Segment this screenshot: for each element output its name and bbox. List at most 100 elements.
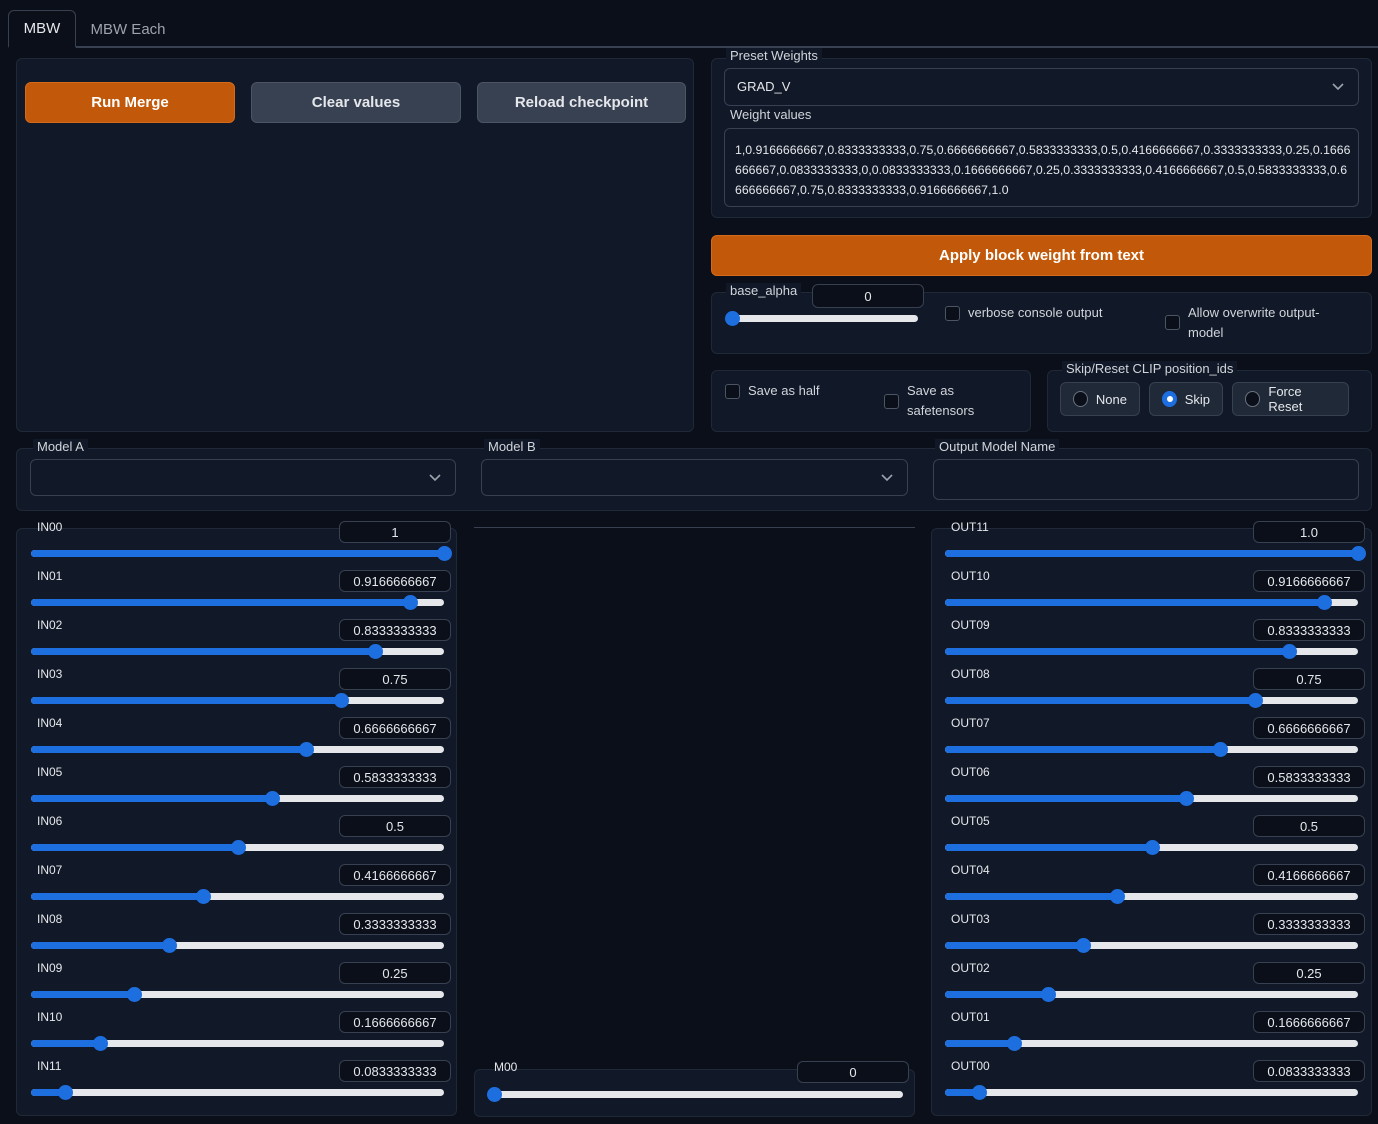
slider-label: OUT09 bbox=[951, 618, 990, 632]
chevron-down-icon bbox=[879, 470, 895, 486]
block-weight-slider[interactable] bbox=[945, 693, 1358, 708]
output-model-name-label: Output Model Name bbox=[935, 439, 1060, 454]
base-alpha-number[interactable]: 0 bbox=[812, 284, 924, 308]
slider-number-input[interactable]: 1.0 bbox=[1253, 521, 1365, 543]
slider-number-input[interactable]: 0.5 bbox=[1253, 815, 1365, 837]
block-weight-slider[interactable] bbox=[945, 595, 1358, 610]
slider-number-input[interactable]: 0.5833333333 bbox=[339, 766, 451, 788]
block-weight-slider[interactable] bbox=[31, 987, 444, 1002]
radio-selected-icon bbox=[1162, 391, 1177, 407]
block-weight-slider[interactable] bbox=[945, 938, 1358, 953]
weight-values-textarea[interactable]: 1,0.9166666667,0.8333333333,0.75,0.66666… bbox=[724, 128, 1359, 207]
block-weight-slider[interactable] bbox=[31, 791, 444, 806]
block-weight-slider[interactable] bbox=[945, 840, 1358, 855]
preset-weights-dropdown[interactable]: GRAD_V bbox=[724, 68, 1359, 106]
slider-thumb[interactable] bbox=[1178, 791, 1194, 806]
slider-thumb[interactable] bbox=[230, 840, 246, 855]
slider-thumb[interactable] bbox=[1110, 889, 1126, 904]
block-weight-slider[interactable] bbox=[945, 546, 1366, 561]
block-weight-slider[interactable] bbox=[945, 791, 1358, 806]
tab-mbw-each[interactable]: MBW Each bbox=[78, 10, 178, 48]
base-alpha-slider[interactable] bbox=[725, 311, 918, 326]
slider-thumb[interactable] bbox=[1351, 546, 1366, 561]
slider-track bbox=[31, 546, 452, 561]
slider-number-input[interactable]: 0.5 bbox=[339, 815, 451, 837]
block-weight-slider[interactable] bbox=[945, 742, 1358, 757]
slider-number-input[interactable]: 0.0833333333 bbox=[1253, 1060, 1365, 1082]
slider-thumb[interactable] bbox=[1247, 693, 1263, 708]
mid-slider-number[interactable]: 0 bbox=[797, 1061, 909, 1083]
slider-number-input[interactable]: 0.9166666667 bbox=[339, 570, 451, 592]
slider-thumb[interactable] bbox=[196, 889, 212, 904]
slider-label: IN10 bbox=[37, 1010, 63, 1024]
tab-mbw[interactable]: MBW bbox=[8, 10, 76, 48]
block-weight-slider[interactable] bbox=[945, 1036, 1358, 1051]
slider-thumb[interactable] bbox=[92, 1036, 108, 1051]
block-weight-slider[interactable] bbox=[31, 1085, 444, 1100]
slider-thumb[interactable] bbox=[402, 595, 418, 610]
save-half-checkbox[interactable] bbox=[725, 384, 740, 399]
slider-thumb[interactable] bbox=[1316, 595, 1332, 610]
slider-thumb[interactable] bbox=[1144, 840, 1160, 855]
preset-weights-label: Preset Weights bbox=[726, 48, 822, 63]
slider-fill bbox=[945, 746, 1221, 753]
slider-number-input[interactable]: 0.75 bbox=[339, 668, 451, 690]
clip-option-force-reset[interactable]: Force Reset bbox=[1232, 382, 1349, 416]
block-weight-slider[interactable] bbox=[31, 644, 444, 659]
block-weight-slider[interactable] bbox=[31, 595, 444, 610]
block-weight-slider[interactable] bbox=[31, 1036, 444, 1051]
slider-label: IN07 bbox=[37, 863, 63, 877]
block-weight-slider[interactable] bbox=[31, 742, 444, 757]
block-weight-slider[interactable] bbox=[945, 889, 1358, 904]
slider-number-input[interactable]: 0.8333333333 bbox=[339, 619, 451, 641]
slider-number-input[interactable]: 0.75 bbox=[1253, 668, 1365, 690]
allow-overwrite-checkbox[interactable] bbox=[1165, 315, 1180, 330]
slider-number-input[interactable]: 0.3333333333 bbox=[339, 913, 451, 935]
slider-thumb[interactable] bbox=[1075, 938, 1091, 953]
model-b-dropdown[interactable] bbox=[481, 459, 908, 496]
clear-values-button[interactable]: Clear values bbox=[251, 82, 461, 123]
block-weight-slider[interactable] bbox=[31, 840, 444, 855]
block-weight-slider[interactable] bbox=[945, 987, 1358, 1002]
slider-number-input[interactable]: 0.3333333333 bbox=[1253, 913, 1365, 935]
run-merge-button[interactable]: Run Merge bbox=[25, 82, 235, 123]
save-safetensors-checkbox[interactable] bbox=[884, 394, 899, 409]
slider-number-input[interactable]: 0.5833333333 bbox=[1253, 766, 1365, 788]
reload-checkpoint-button[interactable]: Reload checkpoint bbox=[477, 82, 686, 123]
slider-number-input[interactable]: 0.4166666667 bbox=[339, 864, 451, 886]
slider-number-input[interactable]: 0.0833333333 bbox=[339, 1060, 451, 1082]
slider-track bbox=[945, 546, 1366, 561]
slider-thumb[interactable] bbox=[1006, 1036, 1022, 1051]
slider-number-input[interactable]: 0.25 bbox=[1253, 962, 1365, 984]
slider-number-input[interactable]: 0.1666666667 bbox=[1253, 1011, 1365, 1033]
slider-fill bbox=[31, 550, 444, 557]
slider-number-input[interactable]: 0.9166666667 bbox=[1253, 570, 1365, 592]
block-weight-slider[interactable] bbox=[31, 938, 444, 953]
block-weight-slider[interactable] bbox=[31, 889, 444, 904]
slider-number-input[interactable]: 0.25 bbox=[339, 962, 451, 984]
verbose-checkbox[interactable] bbox=[945, 306, 960, 321]
slider-thumb[interactable] bbox=[161, 938, 177, 953]
block-weight-slider[interactable] bbox=[31, 546, 452, 561]
slider-thumb[interactable] bbox=[437, 546, 452, 561]
clip-option-none[interactable]: None bbox=[1060, 382, 1140, 416]
slider-number-input[interactable]: 0.4166666667 bbox=[1253, 864, 1365, 886]
mid-slider[interactable] bbox=[487, 1087, 903, 1102]
slider-number-input[interactable]: 0.6666666667 bbox=[1253, 717, 1365, 739]
slider-label: OUT11 bbox=[951, 520, 989, 534]
slider-label: OUT10 bbox=[951, 569, 990, 583]
output-model-name-input[interactable] bbox=[933, 459, 1359, 500]
block-weight-slider[interactable] bbox=[31, 693, 444, 708]
clip-option-skip-label: Skip bbox=[1184, 391, 1210, 407]
slider-number-input[interactable]: 1 bbox=[339, 521, 451, 543]
block-weight-slider[interactable] bbox=[945, 644, 1358, 659]
slider-number-input[interactable]: 0.1666666667 bbox=[339, 1011, 451, 1033]
apply-block-weight-button[interactable]: Apply block weight from text bbox=[711, 235, 1372, 276]
block-weight-slider[interactable] bbox=[945, 1085, 1358, 1100]
slider-thumb[interactable] bbox=[333, 693, 349, 708]
slider-number-input[interactable]: 0.6666666667 bbox=[339, 717, 451, 739]
slider-thumb[interactable] bbox=[264, 791, 280, 806]
clip-option-skip[interactable]: Skip bbox=[1149, 382, 1223, 416]
model-a-dropdown[interactable] bbox=[30, 459, 456, 496]
slider-number-input[interactable]: 0.8333333333 bbox=[1253, 619, 1365, 641]
